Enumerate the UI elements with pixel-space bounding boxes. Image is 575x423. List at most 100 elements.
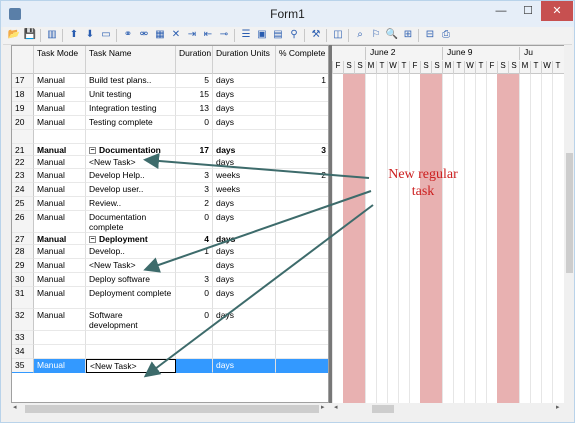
task-name-cell[interactable] [86, 345, 176, 359]
percent-complete-cell[interactable]: 2 [276, 169, 328, 183]
duration-units-cell[interactable]: days [213, 116, 276, 130]
vertical-scrollbar[interactable] [564, 45, 574, 403]
duration-cell[interactable]: 3 [176, 169, 213, 183]
duration-units-cell[interactable]: days [213, 309, 276, 331]
duration-units-cell[interactable]: days [213, 74, 276, 88]
milestone-icon[interactable]: ⊸ [217, 28, 231, 42]
scroll-right-arrow[interactable]: ▸ [321, 403, 325, 411]
task-name-cell[interactable]: Deploy software [86, 273, 176, 287]
table-row[interactable]: 31 Manual Deployment complete 0 days [12, 287, 328, 309]
collapse-toggle-icon[interactable]: − [89, 147, 96, 155]
duration-cell[interactable]: 3 [176, 273, 213, 287]
duration-cell[interactable] [176, 130, 213, 144]
task-mode-cell[interactable]: Manual [34, 169, 86, 183]
table-row[interactable] [12, 130, 328, 144]
zoom-icon[interactable]: ⌕ [353, 28, 367, 42]
duration-cell[interactable]: 1 [176, 245, 213, 259]
task-mode-cell[interactable] [34, 345, 86, 359]
duration-units-cell[interactable]: days [213, 156, 276, 169]
gantt-horizontal-scrollbar[interactable]: ◂ ▸ [332, 403, 564, 414]
window-icon[interactable]: ▭ [99, 28, 113, 42]
task-name-cell[interactable]: Testing complete [86, 116, 176, 130]
task-mode-cell[interactable]: Manual [34, 287, 86, 309]
task-mode-cell[interactable]: Manual [34, 88, 86, 102]
task-mode-cell[interactable]: Manual [34, 211, 86, 233]
duration-cell[interactable] [176, 259, 213, 273]
duration-units-cell[interactable]: days [213, 88, 276, 102]
table-row[interactable]: 21 Manual − Documentation 17 days 3 [12, 144, 328, 156]
task-mode-cell[interactable]: Manual [34, 309, 86, 331]
duration-cell[interactable]: 4 [176, 233, 213, 245]
duration-units-cell[interactable]: days [213, 233, 276, 245]
percent-complete-cell[interactable] [276, 359, 328, 373]
table-row[interactable]: 34 [12, 345, 328, 359]
table-row[interactable]: 22 Manual <New Task> days [12, 156, 328, 169]
task-mode-cell[interactable]: Manual [34, 233, 86, 245]
duration-units-header[interactable]: Duration Units [213, 46, 276, 74]
task-name-cell[interactable]: Develop.. [86, 245, 176, 259]
task-name-cell[interactable]: <New Task> [86, 156, 176, 169]
task-mode-cell[interactable]: Manual [34, 245, 86, 259]
task-name-cell[interactable]: Deployment complete [86, 287, 176, 309]
duration-cell[interactable]: 0 [176, 211, 213, 233]
filter-icon[interactable]: ☰ [239, 28, 253, 42]
duration-units-cell[interactable] [213, 345, 276, 359]
table-row[interactable]: 35 Manual <New Task> days [12, 359, 328, 373]
percent-complete-cell[interactable] [276, 211, 328, 233]
duration-cell[interactable] [176, 345, 213, 359]
percent-complete-cell[interactable] [276, 273, 328, 287]
critical-path-icon[interactable]: ◫ [331, 28, 345, 42]
table-row[interactable]: 28 Manual Develop.. 1 days [12, 245, 328, 259]
table-row[interactable]: 25 Manual Review.. 2 days [12, 197, 328, 211]
percent-complete-cell[interactable] [276, 88, 328, 102]
minimize-button[interactable]: — [487, 1, 515, 21]
duration-cell[interactable]: 0 [176, 309, 213, 331]
duration-units-cell[interactable]: days [213, 102, 276, 116]
pan-icon[interactable]: ⚐ [369, 28, 383, 42]
duration-units-cell[interactable]: days [213, 144, 276, 156]
task-mode-cell[interactable]: Manual [34, 183, 86, 197]
table-row[interactable]: 20 Manual Testing complete 0 days [12, 116, 328, 130]
table-row[interactable]: 18 Manual Unit testing 15 days [12, 88, 328, 102]
duration-units-cell[interactable]: days [213, 245, 276, 259]
task-mode-cell[interactable]: Manual [34, 273, 86, 287]
task-mode-cell[interactable] [34, 331, 86, 345]
table-row[interactable]: 23 Manual Develop Help.. 3 weeks 2 [12, 169, 328, 183]
duration-cell[interactable] [176, 331, 213, 345]
task-info-icon[interactable]: ▣ [255, 28, 269, 42]
link-icon[interactable]: ⚭ [121, 28, 135, 42]
save-icon[interactable]: 💾 [23, 28, 37, 42]
task-name-cell[interactable]: Develop Help.. [86, 169, 176, 183]
table-row[interactable]: 32 Manual Software development complete 0 da… [12, 309, 328, 331]
gantt-scroll-thumb[interactable] [372, 405, 394, 413]
task-name-cell[interactable]: Build test plans.. [86, 74, 176, 88]
percent-complete-cell[interactable] [276, 233, 328, 245]
task-name-cell[interactable]: Develop user.. [86, 183, 176, 197]
duration-cell[interactable]: 3 [176, 183, 213, 197]
print-icon[interactable]: ⎙ [439, 28, 453, 42]
task-name-cell[interactable]: Software development complete [86, 309, 176, 331]
task-name-cell[interactable] [86, 130, 176, 144]
table-row[interactable]: 27 Manual − Deployment 4 days [12, 233, 328, 245]
task-mode-cell[interactable]: Manual [34, 116, 86, 130]
duration-cell[interactable]: 17 [176, 144, 213, 156]
vertical-scroll-thumb[interactable] [566, 153, 573, 273]
task-name-cell[interactable]: Unit testing [86, 88, 176, 102]
percent-complete-cell[interactable]: 3 [276, 144, 328, 156]
table-row[interactable]: 24 Manual Develop user.. 3 weeks [12, 183, 328, 197]
percent-complete-cell[interactable] [276, 259, 328, 273]
zoom-out-icon[interactable]: ⊟ [423, 28, 437, 42]
task-mode-cell[interactable]: Manual [34, 74, 86, 88]
table-row[interactable]: 19 Manual Integration testing 13 days [12, 102, 328, 116]
percent-complete-cell[interactable] [276, 345, 328, 359]
task-name-cell[interactable]: − Documentation [86, 144, 176, 156]
task-name-cell[interactable]: <New Task> [86, 259, 176, 273]
columns-icon[interactable]: ▥ [45, 28, 59, 42]
resources-icon[interactable]: ⚲ [287, 28, 301, 42]
percent-complete-cell[interactable] [276, 309, 328, 331]
duration-units-cell[interactable]: days [213, 259, 276, 273]
gantt-scroll-right-arrow[interactable]: ▸ [556, 403, 560, 411]
table-row[interactable]: 30 Manual Deploy software 3 days [12, 273, 328, 287]
duration-cell[interactable]: 0 [176, 287, 213, 309]
percent-complete-cell[interactable] [276, 197, 328, 211]
